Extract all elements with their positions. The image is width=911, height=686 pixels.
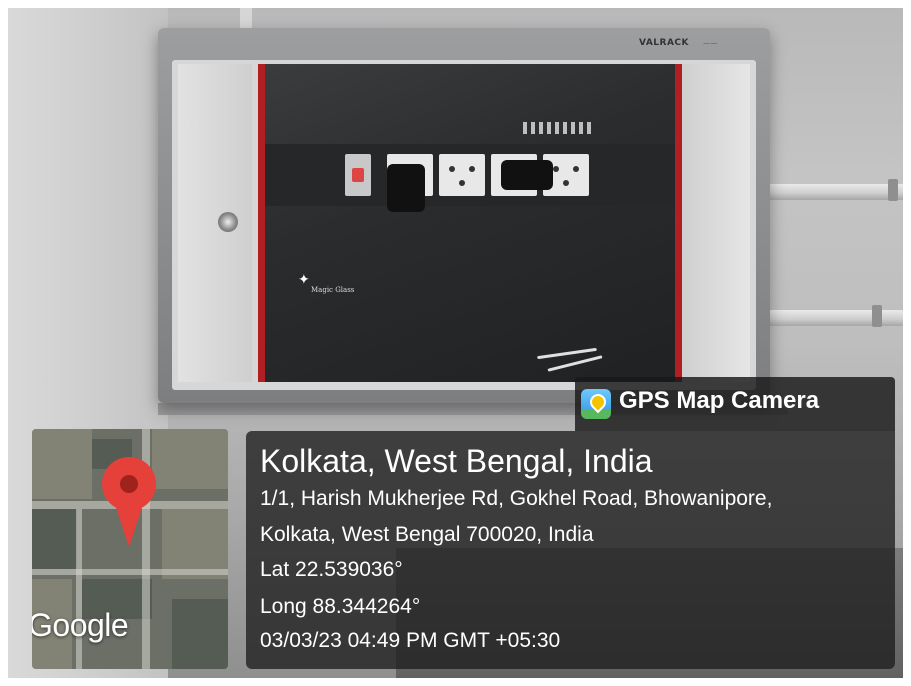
cable xyxy=(547,355,603,372)
cable xyxy=(537,347,597,360)
cabinet-brand: VALRACK —— xyxy=(638,38,718,48)
location-title: Kolkata, West Bengal, India xyxy=(260,443,653,479)
pipe-clip xyxy=(888,179,898,201)
pipe-clip xyxy=(872,305,882,327)
glass-logo: Magic Glass xyxy=(311,286,355,294)
power-adapter xyxy=(387,164,425,212)
lock-icon xyxy=(218,212,238,232)
vent-slots xyxy=(523,122,593,134)
network-cabinet: VALRACK —— ✦ Magic Glass xyxy=(158,28,770,403)
mini-map: Google xyxy=(32,429,228,669)
door-panel-right xyxy=(682,64,750,382)
glass-window: ✦ Magic Glass xyxy=(258,64,682,382)
power-adapter xyxy=(501,160,553,190)
app-title: GPS Map Camera xyxy=(619,387,820,414)
address-line-1: 1/1, Harish Mukherjee Rd, Gokhel Road, B… xyxy=(260,487,773,510)
map-pin-icon xyxy=(102,457,156,551)
address-line-2: Kolkata, West Bengal 700020, India xyxy=(260,523,594,546)
pipe xyxy=(764,184,903,200)
door-panel-left xyxy=(178,64,252,382)
map-attribution: Google xyxy=(32,607,129,643)
longitude: Long 88.344264° xyxy=(260,595,421,618)
location-info-panel: Kolkata, West Bengal, India 1/1, Harish … xyxy=(246,431,895,669)
gps-map-camera-icon xyxy=(581,389,611,419)
socket xyxy=(439,154,485,196)
latitude: Lat 22.539036° xyxy=(260,558,403,581)
cabinet-door: ✦ Magic Glass xyxy=(172,60,756,390)
power-switch xyxy=(345,154,371,196)
pipe xyxy=(764,310,903,326)
screenshot-frame: VALRACK —— ✦ Magic Glass GPS Map Camera … xyxy=(0,0,911,686)
timestamp: 03/03/23 04:49 PM GMT +05:30 xyxy=(260,629,561,652)
star-icon: ✦ xyxy=(298,272,310,288)
gps-header: GPS Map Camera xyxy=(575,377,895,431)
